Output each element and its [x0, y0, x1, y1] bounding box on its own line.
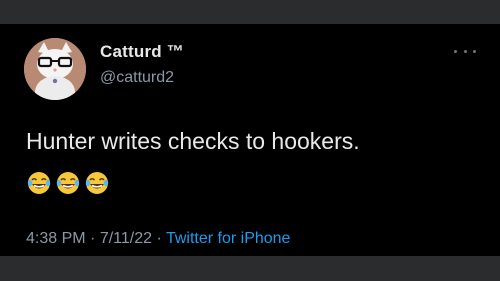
face-with-tears-of-joy-icon	[27, 172, 51, 194]
face-with-tears-of-joy-icon	[56, 172, 80, 194]
tweet-card: Catturd ™ @catturd2 Hunter writes checks…	[0, 24, 500, 256]
meta-separator: ·	[85, 230, 100, 247]
tweet-date[interactable]: 7/11/22	[100, 230, 152, 247]
cat-avatar-icon	[24, 38, 86, 100]
tweet-source-link[interactable]: Twitter for iPhone	[166, 230, 291, 247]
more-dot	[463, 49, 467, 53]
display-name[interactable]: Catturd ™	[100, 42, 184, 62]
more-dot	[473, 49, 476, 53]
emoji-row	[26, 170, 110, 196]
meta-separator: ·	[152, 230, 166, 247]
tweet-time[interactable]: 4:38 PM	[26, 230, 86, 247]
avatar[interactable]	[24, 38, 86, 100]
face-with-tears-of-joy-icon	[85, 172, 109, 194]
more-dot	[454, 49, 457, 53]
tweet-text: Hunter writes checks to hookers.	[26, 128, 360, 154]
tweet-metadata: 4:38 PM · 7/11/22 · Twitter for iPhone	[26, 230, 290, 248]
more-options-icon[interactable]	[454, 46, 476, 56]
user-handle[interactable]: @catturd2	[100, 69, 174, 87]
